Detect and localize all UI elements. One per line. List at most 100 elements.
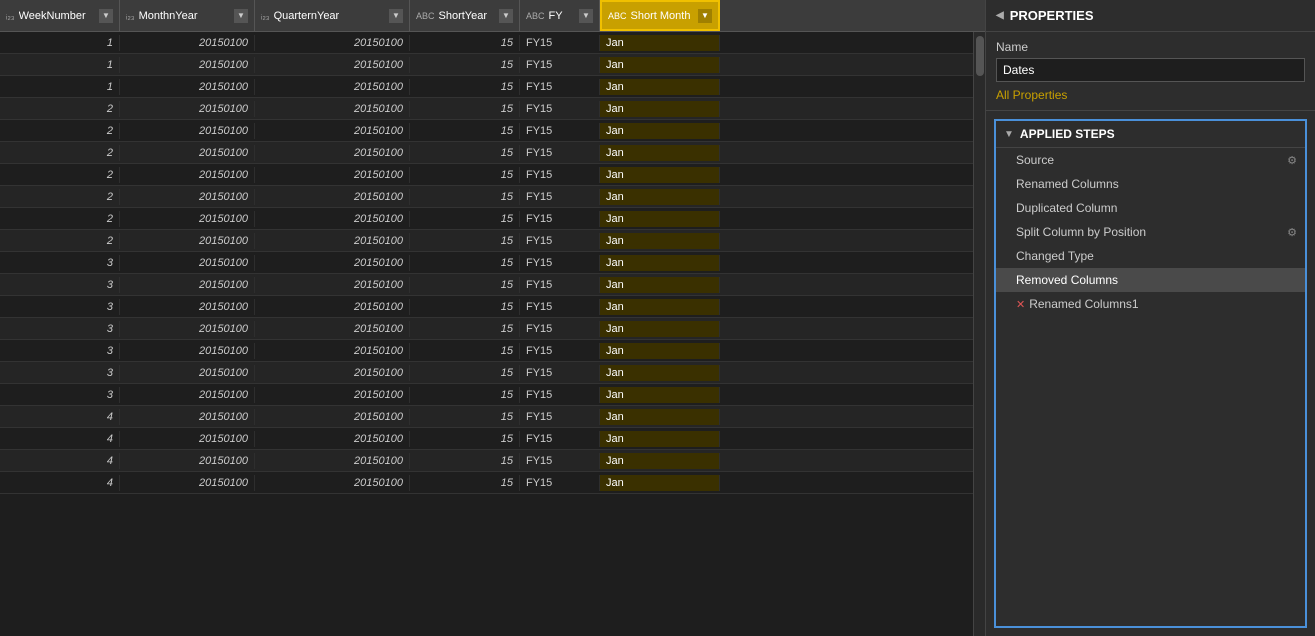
table-row: 3 20150100 20150100 15 FY15 Jan [0,274,973,296]
cell-quarter: 20150100 [255,101,410,117]
fy-type-icon: ABC [526,11,545,21]
month-year-type-icon: ᵢ₂₃ [126,11,135,21]
cell-quarter: 20150100 [255,167,410,183]
step-error-icon: ✕ [1016,298,1025,311]
cell-month: 20150100 [120,475,255,491]
cell-fy: FY15 [520,431,600,447]
table-row: 2 20150100 20150100 15 FY15 Jan [0,98,973,120]
col-label-fy: FY [549,10,575,22]
cell-fy: FY15 [520,299,600,315]
cell-fy: FY15 [520,453,600,469]
cell-fy: FY15 [520,409,600,425]
table-row: 3 20150100 20150100 15 FY15 Jan [0,252,973,274]
table-row: 3 20150100 20150100 15 FY15 Jan [0,296,973,318]
step-gear-icon[interactable]: ⚙ [1287,154,1297,167]
cell-quarter: 20150100 [255,321,410,337]
cell-short-month: Jan [600,255,720,271]
cell-short-year: 15 [410,321,520,337]
applied-steps-title: APPLIED STEPS [1020,127,1115,141]
step-label: Source [1016,153,1054,167]
filter-month-year[interactable]: ▼ [234,9,248,23]
step-item-changed-type[interactable]: Changed Type [996,244,1305,268]
col-header-short-year: ABC ShortYear ▼ [410,0,520,31]
table-row: 2 20150100 20150100 15 FY15 Jan [0,186,973,208]
cell-short-year: 15 [410,475,520,491]
cell-fy: FY15 [520,321,600,337]
table-row: 4 20150100 20150100 15 FY15 Jan [0,428,973,450]
step-item-duplicated-column[interactable]: Duplicated Column [996,196,1305,220]
cell-short-month: Jan [600,365,720,381]
step-item-split-column-by-position[interactable]: Split Column by Position⚙ [996,220,1305,244]
cell-short-year: 15 [410,35,520,51]
step-item-renamed-columns[interactable]: Renamed Columns [996,172,1305,196]
table-row: 2 20150100 20150100 15 FY15 Jan [0,120,973,142]
cell-week: 2 [0,167,120,183]
applied-steps-triangle-icon: ▼ [1004,129,1014,140]
cell-short-year: 15 [410,299,520,315]
cell-fy: FY15 [520,211,600,227]
cell-quarter: 20150100 [255,35,410,51]
cell-short-month: Jan [600,189,720,205]
table-row: 2 20150100 20150100 15 FY15 Jan [0,142,973,164]
table-row: 2 20150100 20150100 15 FY15 Jan [0,164,973,186]
cell-short-month: Jan [600,387,720,403]
cell-short-month: Jan [600,145,720,161]
cell-week: 1 [0,79,120,95]
filter-short-month[interactable]: ▼ [698,9,712,23]
cell-quarter: 20150100 [255,57,410,73]
cell-month: 20150100 [120,189,255,205]
cell-month: 20150100 [120,255,255,271]
cell-month: 20150100 [120,145,255,161]
cell-quarter: 20150100 [255,189,410,205]
cell-short-year: 15 [410,387,520,403]
cell-week: 3 [0,255,120,271]
table-row: 1 20150100 20150100 15 FY15 Jan [0,76,973,98]
all-properties-link[interactable]: All Properties [996,88,1067,102]
cell-short-month: Jan [600,167,720,183]
cell-month: 20150100 [120,233,255,249]
cell-short-year: 15 [410,365,520,381]
cell-quarter: 20150100 [255,409,410,425]
cell-short-year: 15 [410,189,520,205]
table-body: 1 20150100 20150100 15 FY15 Jan 1 201501… [0,32,973,636]
cell-week: 1 [0,35,120,51]
step-item-removed-columns[interactable]: Removed Columns [996,268,1305,292]
filter-week-number[interactable]: ▼ [99,9,113,23]
filter-short-year[interactable]: ▼ [499,9,513,23]
cell-week: 3 [0,277,120,293]
col-header-short-month: ABC Short Month ▼ [600,0,720,31]
quarter-year-type-icon: ᵢ₂₃ [261,11,270,21]
cell-fy: FY15 [520,365,600,381]
cell-week: 4 [0,475,120,491]
name-label: Name [996,40,1305,54]
cell-short-year: 15 [410,79,520,95]
cell-week: 1 [0,57,120,73]
short-month-type-icon: ABC [608,11,627,21]
cell-short-year: 15 [410,101,520,117]
applied-steps-header: ▼ APPLIED STEPS [996,121,1305,148]
cell-month: 20150100 [120,57,255,73]
cell-quarter: 20150100 [255,255,410,271]
cell-short-year: 15 [410,343,520,359]
cell-quarter: 20150100 [255,123,410,139]
scrollbar-thumb[interactable] [976,36,984,76]
properties-content: Name All Properties [986,32,1315,111]
cell-month: 20150100 [120,79,255,95]
filter-fy[interactable]: ▼ [579,9,593,23]
step-item-source[interactable]: Source ⚙ [996,148,1305,172]
cell-week: 2 [0,123,120,139]
step-gear-icon[interactable]: ⚙ [1287,226,1297,239]
properties-title: PROPERTIES [1010,8,1094,23]
cell-week: 2 [0,145,120,161]
name-input[interactable] [996,58,1305,82]
cell-quarter: 20150100 [255,475,410,491]
applied-steps-section: ▼ APPLIED STEPS Source ⚙ Renamed ColumnsDu… [994,119,1307,628]
cell-week: 2 [0,233,120,249]
cell-week: 2 [0,101,120,117]
step-item-renamed-columns-1[interactable]: ✕Renamed Columns1 [996,292,1305,316]
cell-short-month: Jan [600,123,720,139]
filter-quarter-year[interactable]: ▼ [389,9,403,23]
cell-month: 20150100 [120,321,255,337]
scrollbar[interactable] [973,32,985,636]
step-label: Changed Type [1016,249,1094,263]
